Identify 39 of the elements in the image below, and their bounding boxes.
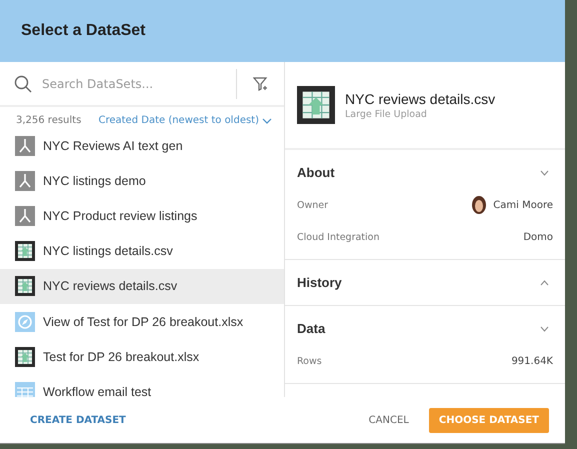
avatar-icon [472,196,486,214]
section-title: History [297,275,342,290]
spreadsheet-upload-icon [15,276,35,296]
section-title: Data [297,321,326,336]
create-dataset-button[interactable]: CREATE DATASET [20,408,136,432]
field-label: Cloud Integration [297,232,380,242]
dialog-title: Select a DataSet [21,22,146,40]
dataset-item[interactable]: Test for DP 26 breakout.xlsx [0,339,284,374]
dataset-item[interactable]: Workflow email test [0,374,284,397]
filter-icon [252,76,268,92]
spreadsheet-upload-icon [15,241,35,262]
chevron-down-icon [262,118,272,124]
dataset-item[interactable]: NYC Product review listings [0,198,284,234]
dataflow-icon [15,136,35,156]
chevron-up-icon [540,280,549,286]
table-icon [15,382,35,397]
dataset-item[interactable]: NYC reviews details.csv [0,268,284,304]
field-value: Cami Moore [493,200,553,210]
field-value: Domo [523,232,553,242]
field-value: 991.64K [511,356,553,366]
dataset-source: Large File Upload [345,108,428,120]
chevron-down-icon [540,326,549,332]
dataset-item[interactable]: View of Test for DP 26 breakout.xlsx [0,304,284,340]
dataset-item[interactable]: NYC Reviews AI text gen [0,128,284,164]
spreadsheet-upload-icon [297,86,335,124]
dataset-name: NYC reviews details.csv [345,90,496,106]
dataflow-icon [15,206,35,226]
section-title: About [297,165,335,180]
dataflow-icon [15,170,35,191]
cancel-button[interactable]: CANCEL [360,408,417,432]
field-label: Rows [297,356,322,366]
search-icon [14,74,32,92]
spreadsheet-upload-icon [15,346,35,367]
chevron-down-icon [540,170,549,176]
field-label: Owner [297,200,328,210]
dataset-item[interactable]: NYC listings demo [0,163,284,198]
results-count: 3,256 results [16,115,82,126]
dataset-item[interactable]: NYC listings details.csv [0,234,284,269]
compass-icon [15,312,35,332]
